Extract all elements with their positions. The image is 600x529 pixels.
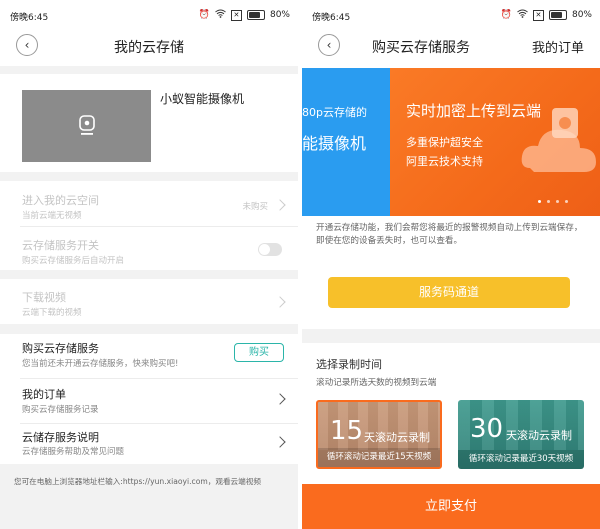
page-title: 购买云存储服务 (372, 40, 470, 56)
row-subtitle: 购买云存储服务后自动开启 (22, 256, 125, 266)
carousel-indicator (538, 200, 568, 203)
row-subtitle: 当前云端无视频 (22, 211, 82, 221)
my-orders-row[interactable]: 我的订单 购买云存储服务记录 (0, 379, 298, 424)
footer-area: 您可在电脑上浏览器地址栏输入:https://yun.xiaoyi.com，观看… (0, 464, 298, 529)
notification-icon: ✕ (230, 9, 242, 21)
battery-icon (548, 10, 567, 20)
row-title: 下载视频 (22, 291, 66, 304)
plan-unit: 天滚动云录制 (364, 431, 430, 444)
camera-icon (79, 115, 95, 135)
banner-sub1: 多重保护超安全 (406, 136, 483, 149)
section-gap (0, 270, 298, 279)
chevron-right-icon (274, 436, 286, 448)
banner-current-slide: 实时加密上传到云端 多重保护超安全 阿里云技术支持 (390, 68, 600, 216)
purchase-status: 未购买 (242, 202, 268, 212)
banner-prev-slide: 80p云存储的 能摄像机 (302, 68, 390, 216)
status-bar: 傍晚6:45 ⏰ ✕ 80% (0, 0, 298, 28)
banner-sub2: 阿里云技术支持 (406, 155, 483, 168)
section-gap (0, 66, 298, 74)
section-title: 选择录制时间 (316, 358, 382, 371)
service-description: 开通云存储功能，我们会帮您将最近的报警视频自动上传到云端保存，即使在您的设备丢失… (316, 223, 583, 246)
chevron-right-icon (274, 393, 286, 405)
service-help-row[interactable]: 云储存服务说明 云存储服务帮助及常见问题 (0, 424, 298, 464)
plan-caption: 循环滚动记录最近30天视频 (458, 450, 584, 469)
service-switch-row: 云存储服务开关 购买云存储服务后自动开启 (0, 227, 298, 270)
row-title: 购买云存储服务 (22, 342, 99, 355)
chevron-right-icon (274, 199, 286, 211)
page-title: 我的云存储 (114, 40, 184, 56)
buy-button[interactable]: 购买 (234, 343, 284, 362)
title-bar: ‹ 购买云存储服务 我的订单 (302, 28, 600, 66)
plan-unit: 天滚动云录制 (506, 429, 572, 442)
footer-note: 您可在电脑上浏览器地址栏输入:https://yun.xiaoyi.com，观看… (14, 477, 261, 486)
right-screen: 傍晚6:45 ⏰ ✕ 80% ‹ 购买云存储服务 我的订单 80p云存储的 能摄… (302, 0, 600, 529)
section-gap (302, 329, 600, 343)
wifi-icon (215, 9, 226, 21)
row-title: 云存储服务开关 (22, 239, 99, 252)
carousel-dot (565, 200, 568, 203)
row-subtitle: 购买云存储服务记录 (22, 405, 99, 415)
carousel-dot (547, 200, 550, 203)
row-subtitle: 您当前还未开通云存储服务，快来购买吧! (22, 359, 179, 369)
plan-card-30-days[interactable]: 30 天滚动云录制 循环滚动记录最近30天视频 (458, 400, 584, 469)
banner-headline: 实时加密上传到云端 (406, 102, 542, 120)
plan-days: 15 (330, 416, 364, 446)
title-bar: ‹ 我的云存储 (0, 28, 298, 66)
section-gap (0, 324, 298, 334)
left-screen: 傍晚6:45 ⏰ ✕ 80% ‹ 我的云存储 小蚁智能摄像机 进入我的云空间 当… (0, 0, 298, 529)
row-title: 进入我的云空间 (22, 194, 99, 207)
battery-level: 80% (269, 10, 290, 20)
buy-service-row[interactable]: 购买云存储服务 您当前还未开通云存储服务，快来购买吧! 购买 (0, 334, 298, 379)
carousel-dot (538, 200, 541, 203)
notification-icon: ✕ (532, 9, 544, 21)
row-subtitle: 云存储服务帮助及常见问题 (22, 447, 125, 457)
section-gap (0, 172, 298, 181)
wifi-icon (517, 9, 528, 21)
status-time: 傍晚6:45 (10, 13, 49, 23)
service-code-button[interactable]: 服务码通道 (328, 277, 570, 308)
camera-thumbnail[interactable] (22, 90, 151, 162)
service-toggle[interactable] (258, 243, 282, 256)
row-subtitle: 云端下载的视频 (22, 308, 82, 318)
row-title: 云储存服务说明 (22, 431, 99, 444)
chevron-right-icon (274, 296, 286, 308)
row-title: 我的订单 (22, 388, 66, 401)
status-time: 傍晚6:45 (312, 13, 351, 23)
my-orders-link[interactable]: 我的订单 (532, 37, 584, 56)
section-subtitle: 滚动记录所选天数的视频到云端 (316, 378, 437, 388)
plan-days: 30 (470, 414, 504, 444)
carousel-dot (556, 200, 559, 203)
plan-caption: 循环滚动记录最近15天视频 (318, 448, 440, 467)
banner-prev-text: 能摄像机 (302, 134, 367, 153)
plan-card-15-days[interactable]: 15 天滚动云录制 循环滚动记录最近15天视频 (316, 400, 442, 469)
status-bar: 傍晚6:45 ⏰ ✕ 80% (302, 0, 600, 28)
download-video-row[interactable]: 下载视频 云端下载的视频 (0, 279, 298, 324)
banner-prev-text: 80p云存储的 (302, 106, 367, 119)
pay-now-button[interactable]: 立即支付 (302, 484, 600, 529)
alarm-icon: ⏰ (500, 10, 512, 20)
promo-banner[interactable]: 80p云存储的 能摄像机 实时加密上传到云端 多重保护超安全 阿里云技术支持 (302, 68, 600, 216)
device-name: 小蚁智能摄像机 (160, 92, 245, 106)
battery-level: 80% (571, 10, 592, 20)
enter-cloud-space-row[interactable]: 进入我的云空间 当前云端无视频 未购买 (0, 181, 298, 226)
battery-icon (246, 10, 265, 20)
alarm-icon: ⏰ (198, 10, 210, 20)
